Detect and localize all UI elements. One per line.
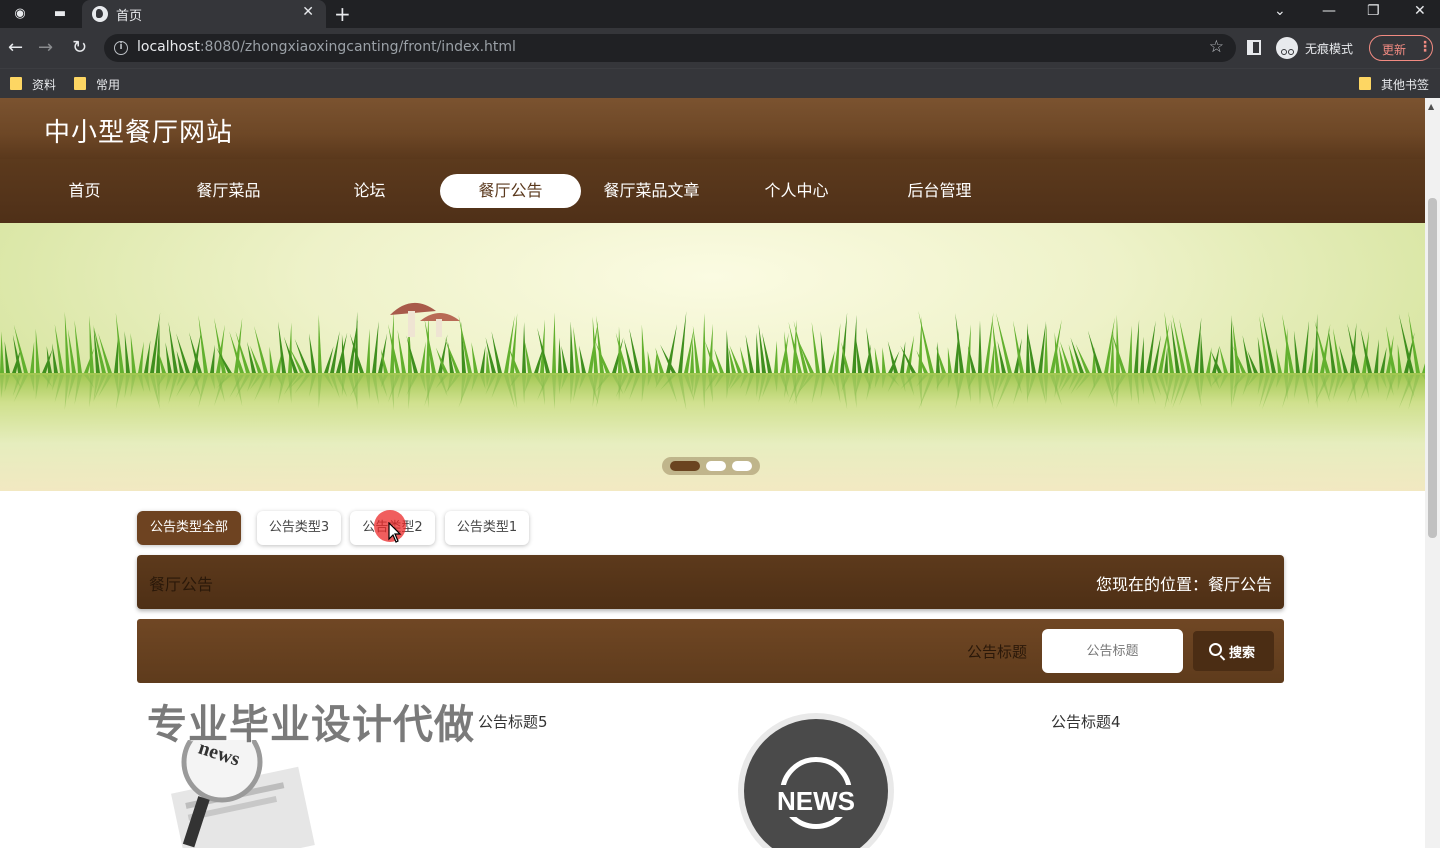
filter-all[interactable]: 公告类型全部: [137, 511, 241, 545]
tab-title: 首页: [116, 9, 143, 24]
carousel-dot-2[interactable]: [706, 461, 726, 471]
nav-item-forum[interactable]: 论坛: [299, 174, 440, 208]
nav-item-home[interactable]: 首页: [14, 174, 155, 208]
overlay-watermark: 专业毕业设计代做: [147, 702, 475, 748]
restore-icon[interactable]: ❐: [1367, 3, 1380, 19]
site-favicon-icon: [92, 6, 108, 22]
search-label: 公告标题: [967, 643, 1028, 661]
search-icon: [1209, 643, 1222, 656]
tab-search-icon[interactable]: ▬: [50, 4, 70, 24]
browser-tab-active[interactable]: 首页 ✕: [82, 0, 326, 28]
nav-item-user-center[interactable]: 个人中心: [726, 174, 867, 208]
page-scrollbar[interactable]: ▲: [1425, 98, 1440, 848]
mouse-cursor-icon: [388, 522, 402, 543]
incognito-label[interactable]: 无痕模式: [1305, 40, 1353, 57]
search-input[interactable]: [1042, 629, 1183, 673]
side-panel-icon[interactable]: [1247, 40, 1261, 55]
minimize-icon[interactable]: —: [1322, 3, 1336, 19]
current-location: 您现在的位置：餐厅公告: [1095, 575, 1272, 594]
browser-tab-bar: ◉ ▬ 首页 ✕ + ⌄ — ❐ ✕: [0, 0, 1440, 28]
folder-icon: [1359, 77, 1371, 90]
update-button[interactable]: 更新 ⋮: [1369, 35, 1433, 61]
bookmark-folder-changyong[interactable]: 常用: [96, 76, 120, 93]
bookmark-star-icon[interactable]: ☆: [1209, 37, 1224, 57]
nav-item-notices[interactable]: 餐厅公告: [440, 174, 581, 208]
site-title[interactable]: 中小型餐厅网站: [44, 112, 233, 149]
scroll-up-icon[interactable]: ▲: [1428, 102, 1434, 111]
scroll-thumb[interactable]: [1428, 198, 1437, 538]
nav-item-dish-articles[interactable]: 餐厅菜品文章: [581, 174, 722, 208]
search-button[interactable]: 搜索: [1193, 631, 1274, 671]
tab-list-chevron-icon[interactable]: ⌄: [1274, 3, 1286, 19]
filter-type-3[interactable]: 公告类型3: [257, 511, 341, 545]
banner-carousel[interactable]: [0, 223, 1425, 491]
back-arrow-icon[interactable]: ←: [8, 37, 23, 59]
tab-close-icon[interactable]: ✕: [302, 4, 314, 20]
chrome-globe-icon[interactable]: ◉: [10, 4, 30, 24]
news-globe-image[interactable]: NEWS: [744, 719, 888, 848]
search-panel: 公告标题 搜索: [137, 619, 1284, 683]
site-header: 中小型餐厅网站: [0, 98, 1425, 159]
reload-icon[interactable]: ↻: [72, 37, 87, 59]
section-title: 餐厅公告: [149, 575, 214, 594]
close-window-icon[interactable]: ✕: [1414, 3, 1426, 19]
site-info-icon[interactable]: i: [114, 41, 128, 55]
folder-icon: [74, 77, 86, 90]
carousel-indicators: [662, 457, 760, 475]
more-menu-icon: ⋮: [1418, 39, 1432, 55]
carousel-dot-3[interactable]: [732, 461, 752, 471]
grass-illustration: [0, 302, 1425, 411]
bookmark-folder-other[interactable]: 其他书签: [1381, 76, 1429, 93]
mushroom-icon: [390, 302, 460, 337]
nav-item-admin[interactable]: 后台管理: [869, 174, 1010, 208]
address-bar[interactable]: i localhost:8080/zhongxiaoxingcanting/fr…: [104, 34, 1236, 62]
main-nav: 首页 餐厅菜品 论坛 餐厅公告 餐厅菜品文章 个人中心 后台管理: [0, 159, 1425, 223]
incognito-icon[interactable]: [1276, 37, 1298, 59]
news-label: NEWS: [770, 785, 862, 817]
forward-arrow-icon[interactable]: →: [38, 37, 53, 59]
notice-title-4[interactable]: 公告标题4: [1051, 711, 1121, 732]
newspaper-magnifier-image[interactable]: news: [160, 740, 330, 848]
address-toolbar: ← → ↻ i localhost:8080/zhongxiaoxingcant…: [0, 28, 1440, 68]
filter-type-1[interactable]: 公告类型1: [445, 511, 529, 545]
nav-item-dishes[interactable]: 餐厅菜品: [158, 174, 299, 208]
new-tab-icon[interactable]: +: [334, 2, 351, 26]
notice-title-5[interactable]: 公告标题5: [478, 711, 548, 732]
bookmark-folder-ziliao[interactable]: 资料: [32, 76, 56, 93]
folder-icon: [10, 77, 22, 90]
bookmarks-bar: 资料 常用 其他书签: [0, 68, 1440, 98]
carousel-dot-1[interactable]: [670, 461, 700, 471]
breadcrumb: 餐厅公告 您现在的位置：餐厅公告: [137, 555, 1284, 609]
url-text[interactable]: localhost:8080/zhongxiaoxingcanting/fron…: [137, 39, 516, 55]
